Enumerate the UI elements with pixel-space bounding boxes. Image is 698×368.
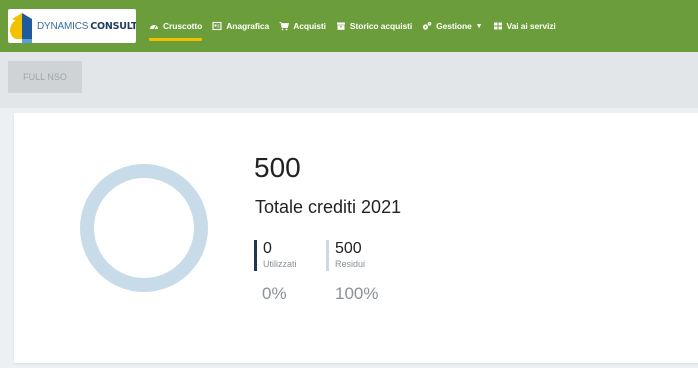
id-card-icon <box>212 21 222 31</box>
nav-item-label: Cruscotto <box>163 21 203 31</box>
brand-logo[interactable]: DYNAMICS CONSULT <box>8 9 136 43</box>
brand-name: DYNAMICS CONSULT <box>37 21 136 32</box>
used-credits-value: 0 <box>263 240 272 257</box>
nav-item-vai-ai-servizi[interactable]: Vai ai servizi <box>493 0 556 52</box>
chevron-down-icon: ▼ <box>475 22 483 30</box>
cart-icon <box>279 21 290 31</box>
brand-name-part2: CONSULT <box>90 20 136 32</box>
main-nav: Cruscotto Anagrafica Acquisti Storico ac… <box>149 0 566 52</box>
used-credits-label: Utilizzati <box>263 259 297 269</box>
nav-item-label: Acquisti <box>293 21 326 31</box>
credits-donut-chart <box>80 164 208 292</box>
nav-item-label: Gestione <box>436 21 472 31</box>
nav-item-storico-acquisti[interactable]: Storico acquisti <box>336 0 412 52</box>
grid-icon <box>493 21 503 31</box>
top-navbar: DYNAMICS CONSULT Cruscotto Anagrafica Ac… <box>0 0 698 52</box>
nav-item-label: Vai ai servizi <box>506 21 556 31</box>
remaining-credits-label: Residui <box>335 259 366 269</box>
toolbar <box>0 52 698 108</box>
used-credits-stat: 0 Utilizzati <box>254 240 297 271</box>
nav-item-label: Storico acquisti <box>349 21 413 31</box>
nav-item-cruscotto[interactable]: Cruscotto <box>149 0 203 52</box>
archive-icon <box>336 21 346 31</box>
nav-item-gestione[interactable]: Gestione ▼ <box>422 0 483 52</box>
full-nso-button[interactable]: FULL NSO <box>8 61 82 93</box>
used-credits-percent: 0% <box>262 284 287 303</box>
gears-icon <box>422 21 432 31</box>
nav-item-acquisti[interactable]: Acquisti <box>279 0 326 52</box>
nav-item-label: Anagrafica <box>226 21 270 31</box>
donut-remaining-arc <box>80 164 208 292</box>
total-credits-value: 500 <box>254 152 301 183</box>
total-credits-label: Totale crediti 2021 <box>255 197 402 217</box>
nav-item-anagrafica[interactable]: Anagrafica <box>212 0 269 52</box>
dashboard-icon <box>149 21 159 31</box>
remaining-credits-value: 500 <box>335 240 362 257</box>
brand-mark-icon <box>8 9 36 43</box>
remaining-credits-stat: 500 Residui <box>326 240 365 271</box>
brand-name-part1: DYNAMICS <box>37 20 89 32</box>
remaining-credits-percent: 100% <box>335 284 379 303</box>
